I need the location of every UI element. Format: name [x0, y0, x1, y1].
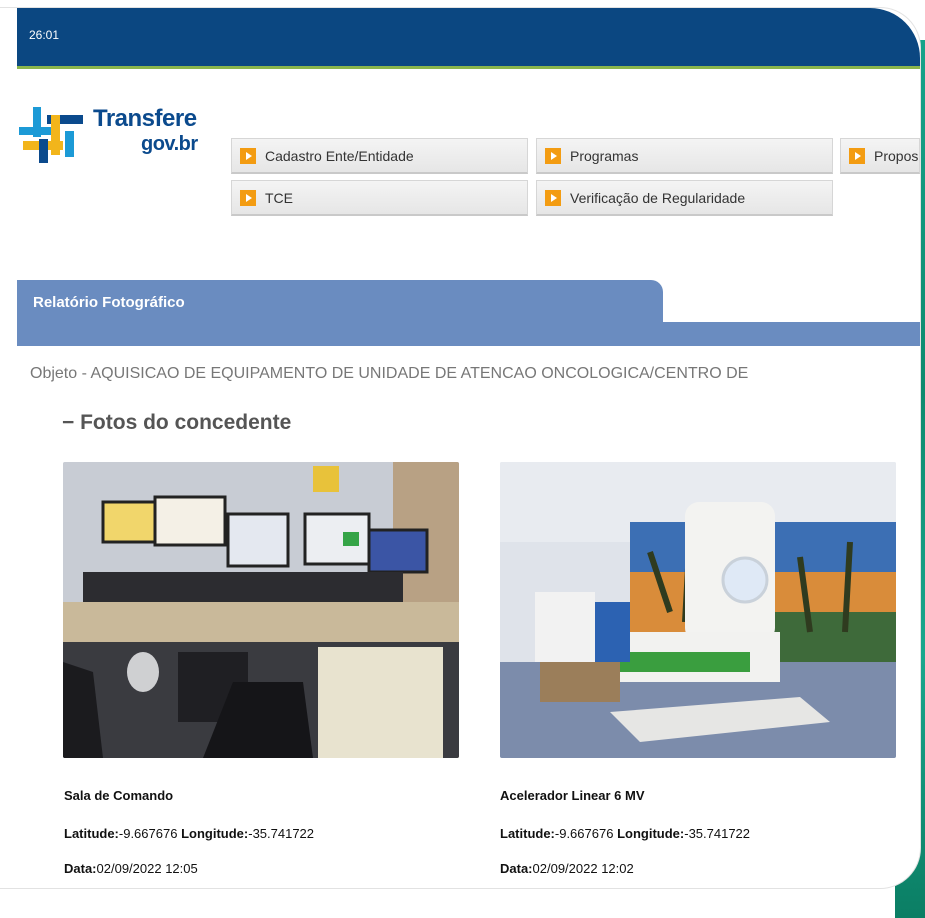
transferegov-logo[interactable]: Transfere gov.br: [17, 105, 227, 165]
menu-label: Verificação de Regularidade: [570, 189, 746, 206]
photo-coordinates: Latitude:-9.667676 Longitude:-35.741722: [64, 826, 315, 841]
menu-label: Programas: [570, 147, 639, 164]
menu-label: Propos: [874, 147, 919, 164]
photo-sala-de-comando[interactable]: [63, 462, 459, 758]
session-timer: 26:01: [29, 28, 60, 42]
arrow-right-icon: [849, 147, 865, 164]
menu-programas[interactable]: Programas: [536, 138, 833, 174]
tab-strip: [17, 322, 920, 346]
menu-propostas[interactable]: Propos: [840, 138, 920, 174]
arrow-right-icon: [545, 189, 561, 206]
photo-title: Sala de Comando: [64, 788, 174, 803]
menu-cadastro-ente-entidade[interactable]: Cadastro Ente/Entidade: [231, 138, 528, 174]
transferegov-logo-icon: [19, 107, 83, 163]
section-fotos-concedente[interactable]: − Fotos do concedente: [62, 411, 291, 435]
photo-coordinates: Latitude:-9.667676 Longitude:-35.741722: [500, 826, 751, 841]
photo-date: Data:02/09/2022 12:02: [500, 861, 634, 876]
menu-tce[interactable]: TCE: [231, 180, 528, 216]
photo-date: Data:02/09/2022 12:05: [64, 861, 198, 876]
collapse-icon[interactable]: −: [62, 411, 74, 434]
menu-verificacao-regularidade[interactable]: Verificação de Regularidade: [536, 180, 833, 216]
tab-label: Relatório Fotográfico: [33, 294, 185, 311]
arrow-right-icon: [240, 147, 256, 164]
tab-relatorio-fotografico[interactable]: Relatório Fotográfico: [17, 280, 663, 322]
logo-text-govbr: gov.br: [141, 133, 198, 155]
menu-label: TCE: [265, 189, 293, 206]
objeto-text: Objeto - AQUISICAO DE EQUIPAMENTO DE UNI…: [30, 365, 749, 382]
section-title-text: Fotos do concedente: [80, 411, 292, 434]
report-tab-area: Relatório Fotográfico: [17, 280, 920, 346]
arrow-right-icon: [545, 147, 561, 164]
photo-image: [63, 462, 459, 758]
browser-content: 26:01 Transfere gov.br Cadastro Ente/Ent…: [0, 8, 920, 888]
top-bar: 26:01: [17, 8, 920, 69]
photo-image: [500, 462, 896, 758]
arrow-right-icon: [240, 189, 256, 206]
logo-text-transfere: Transfere: [93, 105, 197, 132]
photo-acelerador-linear[interactable]: [500, 462, 896, 758]
menu-label: Cadastro Ente/Entidade: [265, 147, 414, 164]
photo-title: Acelerador Linear 6 MV: [500, 788, 645, 803]
